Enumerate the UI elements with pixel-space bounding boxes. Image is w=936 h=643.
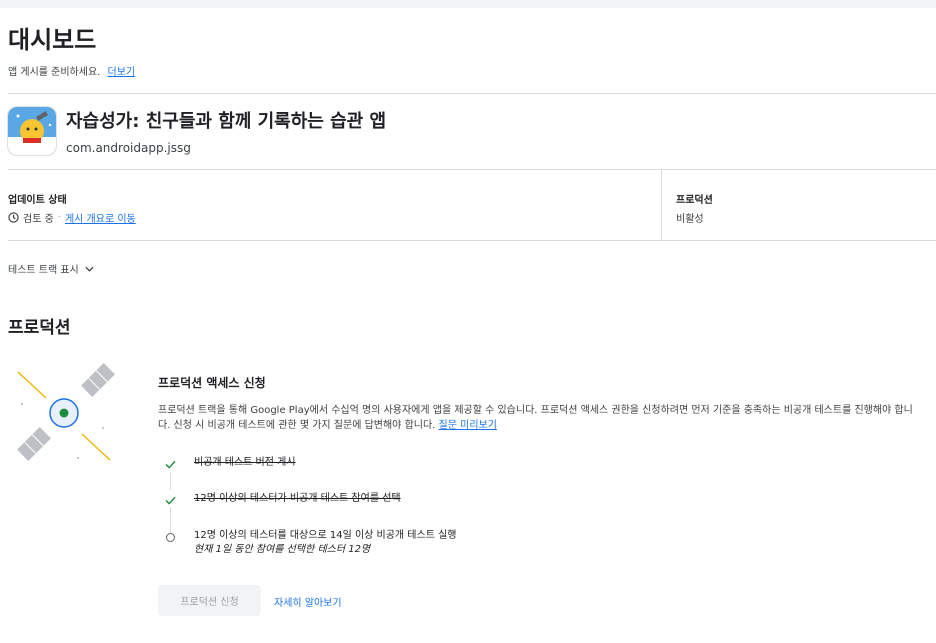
preview-questions-link[interactable]: 질문 미리보기 xyxy=(439,420,497,431)
update-status-value: 검토 중 xyxy=(23,214,54,225)
clock-icon xyxy=(8,212,19,223)
page-title: 대시보드 xyxy=(8,26,97,54)
app-icon-art xyxy=(8,107,56,155)
requirement-item: 비공개 테스트 버전 게시 xyxy=(160,456,296,472)
divider xyxy=(8,93,936,94)
pending-circle-icon xyxy=(160,529,180,545)
app-icon xyxy=(7,106,57,156)
subtitle-text: 앱 게시를 준비하세요. xyxy=(8,67,101,78)
separator-dot: · xyxy=(57,212,61,223)
production-access-title: 프로덕션 액세스 신청 xyxy=(158,376,266,390)
track-toggle-label: 테스트 트랙 표시 xyxy=(8,265,79,276)
divider xyxy=(8,240,936,241)
check-icon xyxy=(160,492,180,508)
top-bar xyxy=(0,0,936,8)
requirement-item: 12명 이상의 테스터가 비공개 테스트 참여를 선택 xyxy=(160,492,401,508)
production-access-description: 프로덕션 트랙을 통해 Google Play에서 수십억 명의 사용자에게 앱… xyxy=(158,403,918,433)
update-status-row: 검토 중 · 게시 개요로 이동 xyxy=(8,210,136,225)
production-status-value: 비활성 xyxy=(676,214,704,225)
publishing-overview-link[interactable]: 게시 개요로 이동 xyxy=(65,210,136,225)
divider xyxy=(8,169,936,170)
update-status-label: 업데이트 상태 xyxy=(8,195,67,206)
apply-production-button[interactable]: 프로덕션 신청 xyxy=(158,585,261,616)
more-link[interactable]: 더보기 xyxy=(108,67,136,78)
production-section-title: 프로덕션 xyxy=(8,318,71,338)
satellite-illustration xyxy=(17,363,115,461)
requirement-progress: 현재 1일 동안 참여를 선택한 테스터 12명 xyxy=(194,544,371,555)
column-divider xyxy=(661,170,662,240)
production-status-label: 프로덕션 xyxy=(676,195,713,206)
step-connector xyxy=(170,472,171,490)
chevron-down-icon xyxy=(85,266,94,272)
description-text: 프로덕션 트랙을 통해 Google Play에서 수십억 명의 사용자에게 앱… xyxy=(158,405,913,431)
requirement-text: 12명 이상의 테스터를 대상으로 14일 이상 비공개 테스트 실행 xyxy=(194,530,457,541)
requirement-item: 12명 이상의 테스터를 대상으로 14일 이상 비공개 테스트 실행 현재 1… xyxy=(160,529,456,557)
app-name: 자습성가: 친구들과 함께 기록하는 습관 앱 xyxy=(66,111,387,132)
learn-more-link[interactable]: 자세히 알아보기 xyxy=(274,594,342,609)
app-package-name: com.androidapp.jssg xyxy=(66,141,191,155)
page-subtitle: 앱 게시를 준비하세요. 더보기 xyxy=(8,63,135,78)
requirement-text: 비공개 테스트 버전 게시 xyxy=(194,457,296,468)
check-icon xyxy=(160,456,180,472)
requirement-text: 12명 이상의 테스터가 비공개 테스트 참여를 선택 xyxy=(194,493,401,504)
requirement-text-block: 12명 이상의 테스터를 대상으로 14일 이상 비공개 테스트 실행 현재 1… xyxy=(194,529,456,557)
show-test-tracks-toggle[interactable]: 테스트 트랙 표시 xyxy=(8,261,94,276)
